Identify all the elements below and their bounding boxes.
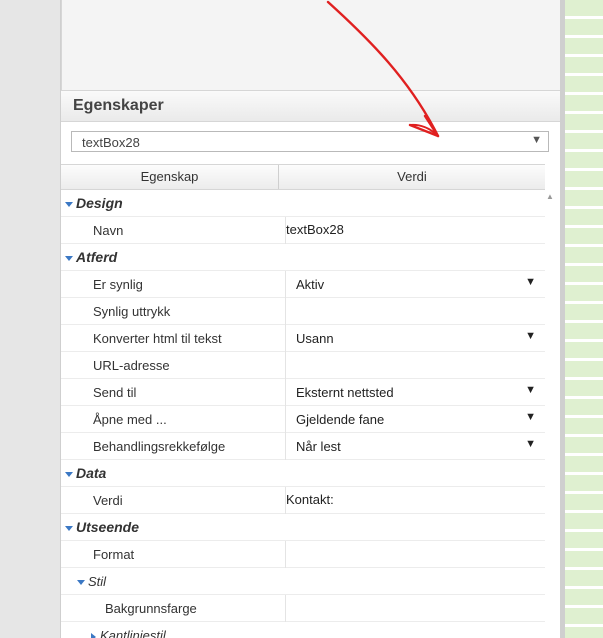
property-label: Navn [93,223,124,238]
properties-panel: Egenskaper textBox28 ▼ Egenskap Verdi ▲ … [60,0,561,638]
column-header-value[interactable]: Verdi [279,165,545,189]
sub-group-label: Kantlinjestil [100,628,166,638]
preview-area [61,0,560,91]
category-label: Utseende [76,519,140,535]
column-header-property[interactable]: Egenskap [61,165,279,189]
triangle-right-icon[interactable] [91,632,96,638]
property-label: Er synlig [93,277,143,292]
property-row-format[interactable]: Format [61,541,545,568]
property-label: Konverter html til tekst [93,331,222,346]
triangle-down-icon[interactable] [65,255,73,261]
property-dropdown[interactable]: Eksternt nettsted ▼ [286,381,542,403]
sub-group-stil[interactable]: Stil [61,568,545,595]
category-design[interactable]: Design [61,190,545,217]
triangle-down-icon[interactable] [65,525,73,531]
category-data[interactable]: Data [61,460,545,487]
scroll-up-icon[interactable]: ▲ [546,192,554,201]
sub-group-kantlinjestil[interactable]: Kantlinjestil [61,622,545,638]
property-row-verdi[interactable]: Verdi Kontakt: [61,487,545,514]
property-label: Åpne med ... [93,412,167,427]
dropdown-value: Når lest [296,439,341,454]
property-dropdown[interactable]: Usann ▼ [286,327,542,349]
property-row-url-adresse[interactable]: URL-adresse [61,352,545,379]
property-row-bakgrunnsfarge[interactable]: Bakgrunnsfarge [61,595,545,622]
properties-header: Egenskaper [61,91,560,122]
property-row-synlig-uttrykk[interactable]: Synlig uttrykk [61,298,545,325]
dropdown-arrow-icon[interactable]: ▼ [525,384,536,396]
property-row-send-til[interactable]: Send til Eksternt nettsted ▼ [61,379,545,406]
object-selector-value: textBox28 [82,135,140,150]
property-dropdown[interactable]: Aktiv ▼ [286,273,542,295]
dropdown-arrow-icon[interactable]: ▼ [525,411,536,423]
property-row-konverter-html[interactable]: Konverter html til tekst Usann ▼ [61,325,545,352]
property-row-behandlingsrekkefolge[interactable]: Behandlingsrekkefølge Når lest ▼ [61,433,545,460]
sub-group-label: Stil [88,574,107,589]
property-value[interactable]: Kontakt: [286,492,334,507]
background-worksheet-strip [561,0,603,638]
property-label: Synlig uttrykk [93,304,171,319]
property-value[interactable]: textBox28 [286,222,344,237]
category-label: Design [76,195,123,211]
property-label: Format [93,547,135,562]
grid-column-header: Egenskap Verdi [61,164,545,190]
category-label: Data [76,465,107,481]
property-row-er-synlig[interactable]: Er synlig Aktiv ▼ [61,271,545,298]
triangle-down-icon[interactable] [77,580,85,586]
dropdown-arrow-icon[interactable]: ▼ [525,438,536,450]
dropdown-arrow-icon[interactable]: ▼ [525,276,536,288]
property-label: URL-adresse [93,358,170,373]
property-dropdown[interactable]: Gjeldende fane ▼ [286,408,542,430]
dropdown-value: Eksternt nettsted [296,385,394,400]
properties-title: Egenskaper [73,97,164,114]
chevron-down-icon[interactable]: ▼ [531,134,542,146]
category-label: Atferd [76,249,118,265]
dropdown-value: Usann [296,331,334,346]
property-label: Bakgrunnsfarge [105,601,197,616]
property-row-apne-med[interactable]: Åpne med ... Gjeldende fane ▼ [61,406,545,433]
dropdown-value: Gjeldende fane [296,412,385,427]
property-label: Verdi [93,493,123,508]
dropdown-arrow-icon[interactable]: ▼ [525,330,536,342]
property-label: Send til [93,385,137,400]
property-label: Behandlingsrekkefølge [93,439,226,454]
dropdown-value: Aktiv [296,277,325,292]
triangle-down-icon[interactable] [65,201,73,207]
property-row-navn[interactable]: Navn textBox28 [61,217,545,244]
category-atferd[interactable]: Atferd [61,244,545,271]
left-gutter [0,0,60,638]
object-selector[interactable]: textBox28 ▼ [71,131,549,152]
category-utseende[interactable]: Utseende [61,514,545,541]
property-dropdown[interactable]: Når lest ▼ [286,435,542,457]
triangle-down-icon[interactable] [65,471,73,477]
